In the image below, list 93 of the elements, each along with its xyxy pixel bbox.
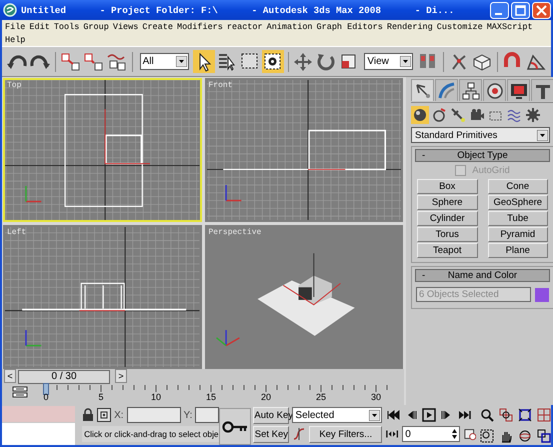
maximize-viewport-icon[interactable] xyxy=(537,428,551,442)
dropdown-arrow-icon xyxy=(400,56,412,67)
spinner-icon[interactable] xyxy=(450,428,458,440)
checkbox-label: AutoGrid xyxy=(472,165,510,176)
primitive-button[interactable]: Tube xyxy=(488,211,548,226)
coordinate-label: Y: xyxy=(184,410,192,420)
hierarchy-icon[interactable] xyxy=(459,79,482,101)
monitor-icon[interactable] xyxy=(507,79,530,101)
go-to-end-icon[interactable] xyxy=(458,408,472,422)
frame-field[interactable]: 0 xyxy=(402,426,460,442)
color-swatch[interactable] xyxy=(535,288,549,302)
rollout-header[interactable]: - Object Type xyxy=(415,149,550,162)
tick-label: 10 xyxy=(151,392,161,402)
primitive-button[interactable]: Cone xyxy=(488,179,548,194)
menu-item[interactable]: Views xyxy=(112,22,138,33)
tick-label: 25 xyxy=(316,392,326,402)
curve-editor-icon[interactable] xyxy=(12,385,28,399)
menu-item[interactable]: Edit xyxy=(29,22,50,33)
filter-dropdown[interactable]: View xyxy=(364,53,414,70)
coordinate-field[interactable] xyxy=(126,407,181,423)
sphere-icon[interactable] xyxy=(411,106,429,124)
menu-item[interactable]: Customize xyxy=(436,22,483,33)
minimize-button[interactable] xyxy=(490,2,509,18)
tick-label: 0 xyxy=(44,392,48,402)
rollout-header[interactable]: - Name and Color xyxy=(415,269,550,282)
next-frame-button[interactable]: > xyxy=(115,369,127,383)
primitive-button[interactable]: Cylinder xyxy=(417,211,478,226)
key-mode-dropdown[interactable]: Selected xyxy=(292,407,382,423)
key-icon[interactable] xyxy=(219,408,252,445)
primitive-button[interactable]: GeoSphere xyxy=(488,195,548,210)
tick-label: 5 xyxy=(98,392,104,402)
hammer-icon[interactable] xyxy=(531,79,553,101)
go-to-start-icon[interactable] xyxy=(386,408,400,422)
primitive-button[interactable]: Teapot xyxy=(417,243,478,258)
coordinate-label: X: xyxy=(114,410,124,420)
menu-item[interactable]: Modifiers xyxy=(176,22,223,33)
previous-frame-button[interactable]: < xyxy=(4,369,16,383)
zoom-extents-icon[interactable] xyxy=(518,408,532,422)
current-frame-marker[interactable] xyxy=(43,383,49,395)
play-icon[interactable] xyxy=(422,408,436,422)
time-slider[interactable]: 0 / 30 xyxy=(18,370,110,384)
zoom-all-icon[interactable] xyxy=(499,408,513,422)
menu-item[interactable]: Group xyxy=(83,22,109,33)
auto-key-button[interactable]: Auto Key xyxy=(253,406,290,424)
menu-item[interactable]: Create xyxy=(142,22,173,33)
key-filters-button[interactable]: Key Filters... xyxy=(309,426,382,442)
time-configuration-icon[interactable] xyxy=(464,427,476,441)
primitive-button[interactable]: Plane xyxy=(488,243,548,258)
menu-item[interactable]: Graph Editors xyxy=(316,22,383,33)
orbit-icon[interactable] xyxy=(518,428,532,442)
zoom-icon[interactable] xyxy=(480,408,494,422)
lock-icon[interactable] xyxy=(82,408,94,422)
close-button[interactable] xyxy=(532,2,551,18)
transform-mode-icon[interactable] xyxy=(97,408,112,422)
menu-item[interactable]: MAXScript xyxy=(486,22,533,33)
axis-tripod-icon xyxy=(25,186,42,202)
app-icon xyxy=(3,3,17,17)
gear-icon[interactable] xyxy=(525,106,543,124)
menu-item[interactable]: Animation xyxy=(266,22,313,33)
motion-icon[interactable] xyxy=(483,79,506,101)
menu-item[interactable]: reactor xyxy=(226,22,263,33)
axis-tripod-icon xyxy=(224,185,241,202)
window-title: Untitled - Project Folder: F:\ - Autodesk 3ds Max 2008 - Di... xyxy=(21,4,456,16)
filter-dropdown[interactable]: All xyxy=(140,53,189,70)
menu-item[interactable]: Rendering xyxy=(386,22,433,33)
tick-label: 20 xyxy=(261,392,271,402)
script-listener-field[interactable] xyxy=(2,406,76,422)
tick-label: 30 xyxy=(371,392,381,402)
menu-item[interactable]: File xyxy=(5,22,26,33)
tick-label: 15 xyxy=(206,392,216,402)
window-crossing-icon[interactable] xyxy=(262,50,284,73)
script-output-field[interactable] xyxy=(2,423,76,445)
primitive-button[interactable]: Pyramid xyxy=(488,227,548,242)
zoom-extents-all-icon[interactable] xyxy=(537,408,551,422)
dropdown-arrow-icon xyxy=(537,130,548,140)
axis-tripod-icon xyxy=(216,330,240,346)
dropdown-arrow-icon xyxy=(369,410,380,420)
menu-item[interactable]: Tools xyxy=(54,22,80,33)
dropdown-arrow-icon xyxy=(176,56,187,67)
category-dropdown[interactable]: Standard Primitives xyxy=(411,127,550,143)
maximize-button[interactable] xyxy=(511,2,530,18)
light-icon[interactable] xyxy=(449,106,467,124)
zoom-region-icon[interactable] xyxy=(480,428,494,442)
set-key-button[interactable]: Set Key xyxy=(253,426,290,442)
wand-icon[interactable] xyxy=(411,79,434,101)
primitive-button[interactable]: Torus xyxy=(417,227,478,242)
axis-tripod-icon xyxy=(25,330,42,346)
menu-item[interactable]: Help xyxy=(5,35,26,46)
tangent-icon[interactable] xyxy=(292,427,306,441)
primitive-button[interactable]: Sphere xyxy=(417,195,478,210)
coordinate-field[interactable] xyxy=(195,407,220,423)
primitive-button[interactable]: Box xyxy=(417,179,478,194)
status-prompt: Click or click-and-drag to select obje xyxy=(82,426,220,442)
